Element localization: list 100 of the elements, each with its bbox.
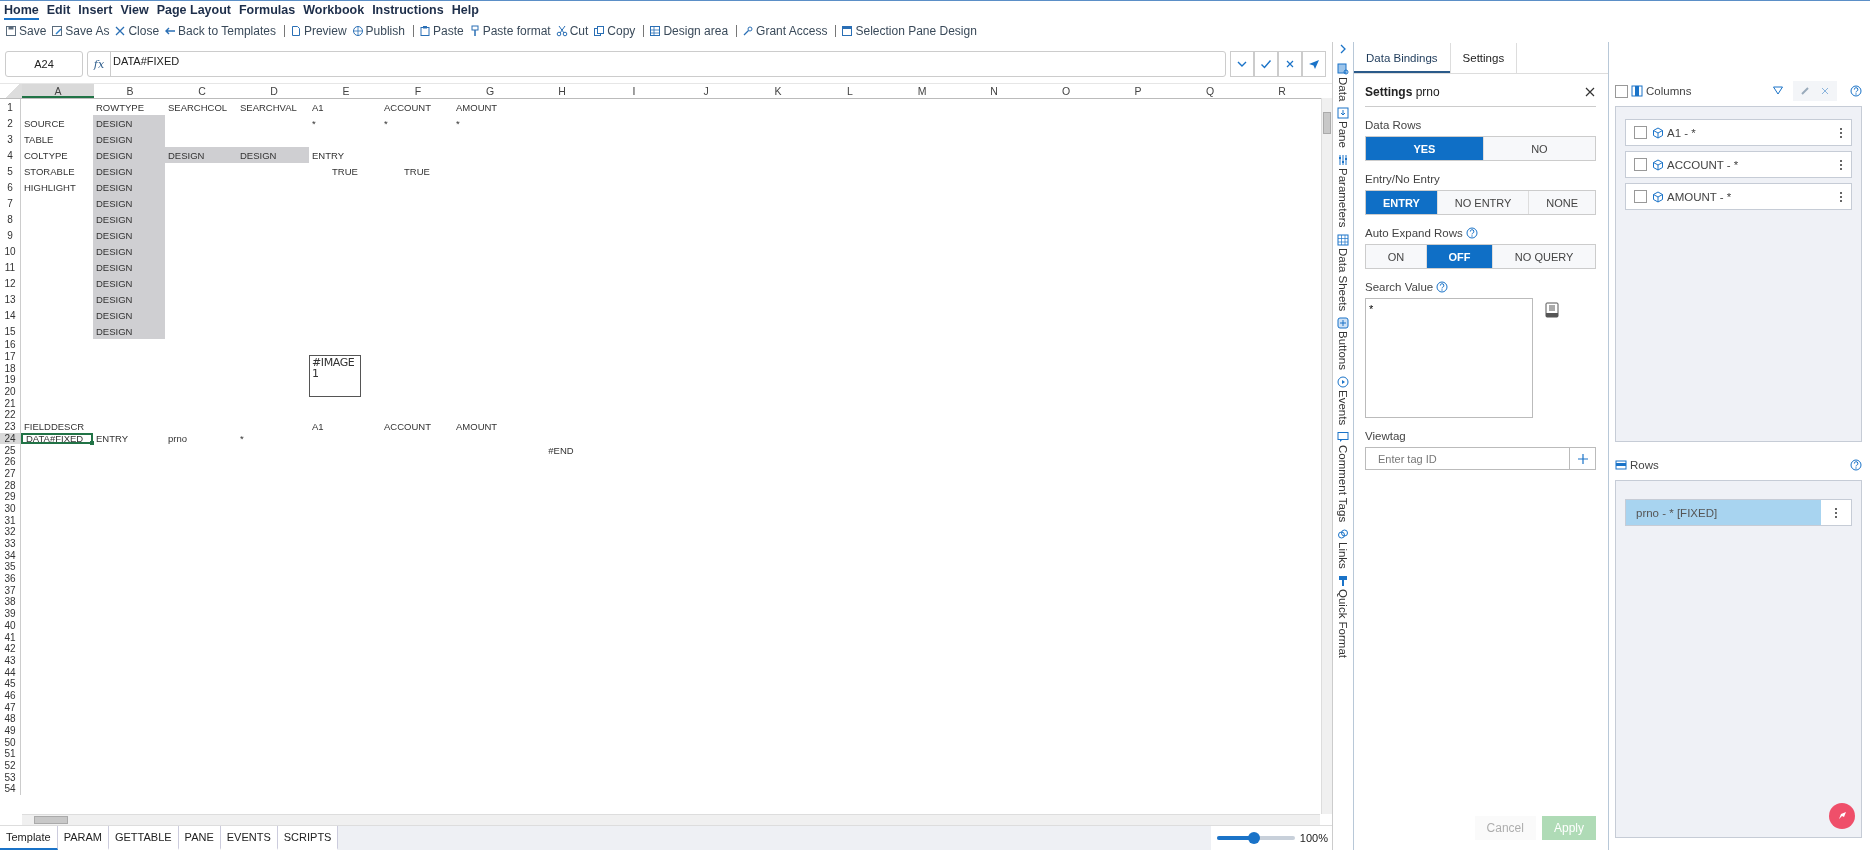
filter-icon[interactable] — [1772, 85, 1784, 97]
toolbar-button[interactable]: Close — [113, 24, 164, 38]
side-tab[interactable]: Buttons — [1337, 316, 1349, 370]
side-tab[interactable]: Data Sheets — [1337, 233, 1349, 311]
column-header[interactable]: N — [958, 84, 1030, 98]
table-cell: DESIGN — [93, 275, 165, 291]
horizontal-scrollbar[interactable] — [22, 814, 1320, 825]
help-icon[interactable] — [1850, 85, 1862, 97]
more-options-icon[interactable] — [1839, 190, 1843, 203]
toolbar-button[interactable]: Save — [4, 24, 51, 38]
column-header[interactable]: C — [166, 84, 238, 98]
segment-option[interactable]: OFF — [1426, 245, 1494, 268]
side-tab[interactable]: Parameters — [1337, 154, 1349, 228]
side-tab[interactable]: Comment Tags — [1337, 431, 1349, 523]
slider-thumb[interactable] — [1247, 832, 1260, 844]
tag-id-field[interactable]: Enter tag ID — [1365, 447, 1570, 470]
segment-option[interactable]: NONE — [1529, 191, 1595, 214]
toolbar-button[interactable]: Back to Templates — [163, 24, 280, 38]
segment-option[interactable]: YES — [1366, 137, 1484, 160]
column-header[interactable]: K — [742, 84, 814, 98]
close-icon[interactable] — [1819, 85, 1831, 97]
menu-item[interactable]: Edit — [46, 3, 71, 20]
checkbox[interactable] — [1634, 158, 1647, 171]
column-header[interactable]: D — [238, 84, 310, 98]
help-icon[interactable] — [1465, 227, 1478, 239]
toolbar-button[interactable]: Design area — [648, 24, 733, 38]
more-options-icon[interactable] — [1839, 126, 1843, 139]
checkbox[interactable] — [1634, 190, 1647, 203]
table-cell-text: * — [455, 116, 461, 131]
toolbar-button[interactable]: Paste — [417, 24, 468, 38]
help-icon[interactable] — [1850, 459, 1862, 471]
side-tab[interactable]: Events — [1337, 375, 1349, 426]
column-header[interactable]: B — [94, 84, 166, 98]
toolbar-button[interactable]: Cut — [554, 24, 593, 38]
column-header[interactable]: O — [1030, 84, 1102, 98]
side-tab[interactable]: Quick Format — [1337, 575, 1349, 659]
panel-tab[interactable]: Data Bindings — [1354, 43, 1451, 73]
column-header[interactable]: I — [598, 84, 670, 98]
column-header[interactable]: F — [382, 84, 454, 98]
send-button[interactable] — [1302, 51, 1326, 77]
field-label: Entry/No Entry — [1365, 173, 1440, 185]
column-header[interactable]: A — [22, 84, 94, 98]
search-value-field[interactable]: * — [1365, 298, 1533, 418]
close-button[interactable] — [1584, 86, 1596, 98]
segment-option[interactable]: ON — [1366, 245, 1427, 268]
column-header[interactable]: L — [814, 84, 886, 98]
dropdown-button[interactable] — [1230, 51, 1254, 77]
table-cell-text: * — [311, 116, 317, 131]
list-item[interactable]: prno - * [FIXED] — [1626, 500, 1821, 525]
table-cell-text: HIGHLIGHT — [23, 180, 77, 195]
name-box[interactable]: A24 — [5, 51, 83, 77]
segment-option[interactable]: NO QUERY — [1493, 245, 1595, 268]
formula-field[interactable]: fx DATA#FIXED — [87, 51, 1226, 77]
menu-item[interactable]: Insert — [78, 3, 113, 20]
menu-item[interactable]: Instructions — [372, 3, 444, 20]
column-header[interactable]: Q — [1174, 84, 1246, 98]
cube-icon — [1652, 190, 1664, 203]
toolbar-button[interactable]: Copy — [592, 24, 640, 38]
brush-icon — [468, 25, 481, 37]
confirm-button[interactable] — [1254, 51, 1278, 77]
toolbar-button[interactable]: Selection Pane Design — [840, 24, 981, 38]
menu-item[interactable]: Workbook — [303, 3, 365, 20]
side-tab[interactable]: Pane — [1337, 107, 1349, 149]
segment-option[interactable]: NO — [1483, 137, 1595, 160]
table-cell-text: TRUE — [403, 164, 431, 179]
side-tab[interactable]: Links — [1337, 528, 1349, 570]
menu-item[interactable]: Home — [4, 3, 39, 20]
menu-item[interactable]: View — [120, 3, 149, 20]
pencil-icon[interactable] — [1799, 85, 1811, 97]
column-header[interactable]: P — [1102, 84, 1174, 98]
table-cell: DESIGN — [93, 307, 165, 323]
checkbox[interactable] — [1634, 126, 1647, 139]
toolbar-button[interactable]: Paste format — [467, 24, 555, 38]
floating-action-button[interactable] — [1829, 803, 1855, 829]
checkbox[interactable] — [1615, 84, 1628, 98]
column-header[interactable]: H — [526, 84, 598, 98]
segment-option[interactable]: ENTRY — [1366, 191, 1438, 214]
menu-item[interactable]: Help — [451, 3, 479, 20]
table-cell-text: TRUE — [331, 164, 359, 179]
database-icon[interactable] — [1545, 302, 1559, 318]
column-header[interactable]: J — [670, 84, 742, 98]
vertical-scrollbar[interactable] — [1321, 98, 1332, 814]
sheet-tab[interactable]: Template — [0, 826, 58, 850]
add-button[interactable] — [1570, 447, 1596, 470]
column-header[interactable]: E — [310, 84, 382, 98]
toolbar-button[interactable]: Grant Access — [741, 24, 832, 38]
panel-tab[interactable]: Settings — [1450, 43, 1518, 73]
column-header[interactable]: G — [454, 84, 526, 98]
menu-item[interactable]: Page Layout — [156, 3, 231, 20]
column-header[interactable]: R — [1246, 84, 1318, 98]
image-marker: #IMAGE 1 — [309, 355, 361, 397]
column-header[interactable]: M — [886, 84, 958, 98]
menu-item[interactable]: Formulas — [239, 3, 296, 20]
toolbar-button[interactable]: Preview — [288, 24, 351, 38]
more-options-icon[interactable] — [1839, 158, 1843, 171]
segment-option[interactable]: NO ENTRY — [1437, 191, 1530, 214]
toolbar-button[interactable]: Save As — [50, 24, 114, 38]
side-tab[interactable]: Data — [1337, 63, 1349, 102]
help-icon[interactable] — [1436, 281, 1449, 293]
toolbar-button[interactable]: Publish — [350, 24, 409, 38]
